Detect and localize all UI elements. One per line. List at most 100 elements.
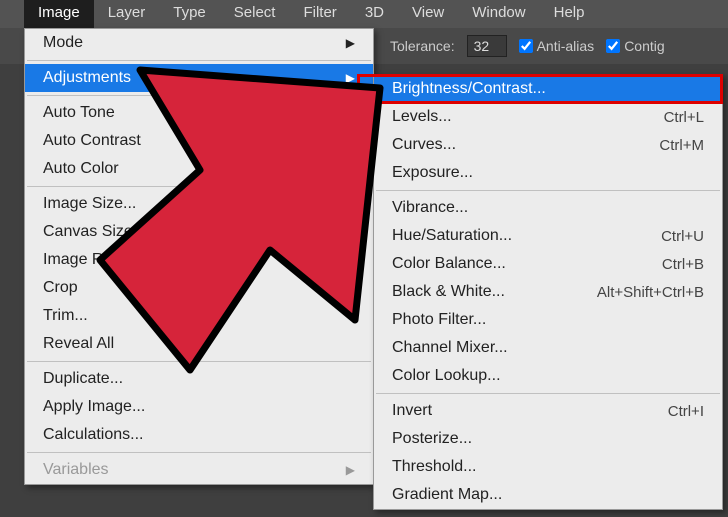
menu-item-label: Color Balance...: [392, 255, 506, 273]
adjustments-menu-separator: [376, 190, 720, 191]
adjustments-submenu-dropdown: Brightness/Contrast... Levels... Ctrl+L Cur…: [373, 74, 723, 510]
contig-check-input[interactable]: [606, 39, 620, 53]
adjustments-menu-item-exposure[interactable]: Exposure...: [374, 159, 722, 187]
menu-item-label: Image Rotation: [43, 251, 152, 269]
menubar-item-select[interactable]: Select: [220, 0, 290, 28]
chevron-right-icon: ▶: [346, 253, 355, 267]
image-menu-item-auto-contrast[interactable]: Auto Contrast Alt+Shift+Ctrl+L: [25, 127, 373, 155]
menu-item-label: Invert: [392, 402, 432, 420]
adjustments-menu-item-levels[interactable]: Levels... Ctrl+L: [374, 103, 722, 131]
contig-checkbox[interactable]: Contig: [606, 38, 664, 54]
menu-item-shortcut: Alt+Shift+Ctrl+B: [597, 284, 704, 301]
tolerance-label: Tolerance:: [390, 38, 455, 54]
menubar-item-layer[interactable]: Layer: [94, 0, 160, 28]
adjustments-menu-item-brightness-contrast[interactable]: Brightness/Contrast...: [374, 75, 722, 103]
antialias-checkbox[interactable]: Anti-alias: [519, 38, 595, 54]
menu-item-shortcut: Ctrl+I: [668, 403, 704, 420]
menu-item-label: Duplicate...: [43, 370, 123, 388]
adjustments-menu-item-black-white[interactable]: Black & White... Alt+Shift+Ctrl+B: [374, 278, 722, 306]
menubar-item-type[interactable]: Type: [159, 0, 220, 28]
image-menu-item-reveal-all[interactable]: Reveal All: [25, 330, 373, 358]
menu-item-shortcut: Ctrl+L: [664, 109, 704, 126]
menu-item-label: Photo Filter...: [392, 311, 486, 329]
adjustments-menu-item-color-lookup[interactable]: Color Lookup...: [374, 362, 722, 390]
menu-item-shortcut: Shift+Ctrl+L: [276, 105, 355, 122]
menu-item-label: Channel Mixer...: [392, 339, 508, 357]
menubar: ImageLayerTypeSelectFilter3DViewWindowHe…: [0, 0, 728, 28]
image-menu-item-duplicate[interactable]: Duplicate...: [25, 365, 373, 393]
menu-item-shortcut: Ctrl+M: [659, 137, 704, 154]
chevron-right-icon: ▶: [346, 463, 355, 477]
antialias-check-label: Anti-alias: [537, 38, 595, 54]
menu-item-label: Threshold...: [392, 458, 476, 476]
menu-item-label: Auto Tone: [43, 104, 115, 122]
image-menu-item-calculations[interactable]: Calculations...: [25, 421, 373, 449]
menu-item-label: Reveal All: [43, 335, 114, 353]
menu-item-label: Image Size...: [43, 195, 136, 213]
menu-item-label: Black & White...: [392, 283, 505, 301]
menu-item-label: Adjustments: [43, 69, 131, 87]
menu-item-label: Posterize...: [392, 430, 472, 448]
image-menu-item-mode[interactable]: Mode ▶: [25, 29, 373, 57]
menu-item-shortcut: Shift+Ctrl+B: [274, 161, 355, 178]
adjustments-menu-item-posterize[interactable]: Posterize...: [374, 425, 722, 453]
adjustments-menu-item-invert[interactable]: Invert Ctrl+I: [374, 397, 722, 425]
adjustments-menu-separator: [376, 393, 720, 394]
antialias-check-input[interactable]: [519, 39, 533, 53]
menubar-item-view[interactable]: View: [398, 0, 458, 28]
menu-item-label: Apply Image...: [43, 398, 145, 416]
image-menu-separator: [27, 60, 371, 61]
menubar-item-help[interactable]: Help: [540, 0, 599, 28]
image-menu-item-adjustments[interactable]: Adjustments ▶: [25, 64, 373, 92]
image-menu-separator: [27, 361, 371, 362]
menu-item-shortcut: Alt+Ctrl+I: [292, 196, 355, 213]
tolerance-input[interactable]: [467, 35, 507, 57]
menu-item-label: Vibrance...: [392, 199, 468, 217]
adjustments-menu-item-gradient-map[interactable]: Gradient Map...: [374, 481, 722, 509]
adjustments-menu-item-hue-saturation[interactable]: Hue/Saturation... Ctrl+U: [374, 222, 722, 250]
menu-item-shortcut: Alt+Ctrl+C: [286, 224, 355, 241]
adjustments-menu-item-photo-filter[interactable]: Photo Filter...: [374, 306, 722, 334]
image-menu-item-auto-tone[interactable]: Auto Tone Shift+Ctrl+L: [25, 99, 373, 127]
image-menu-item-image-size[interactable]: Image Size... Alt+Ctrl+I: [25, 190, 373, 218]
menubar-item-3d[interactable]: 3D: [351, 0, 398, 28]
menu-item-label: Exposure...: [392, 164, 473, 182]
menu-item-label: Canvas Size...: [43, 223, 146, 241]
menu-item-shortcut: Ctrl+B: [662, 256, 704, 273]
menu-item-shortcut: Ctrl+U: [661, 228, 704, 245]
chevron-right-icon: ▶: [346, 71, 355, 85]
menu-item-label: Gradient Map...: [392, 486, 502, 504]
contig-check-label: Contig: [624, 38, 664, 54]
image-menu-item-crop[interactable]: Crop: [25, 274, 373, 302]
menu-item-label: Hue/Saturation...: [392, 227, 512, 245]
menu-item-label: Levels...: [392, 108, 452, 126]
image-menu-item-apply-image[interactable]: Apply Image...: [25, 393, 373, 421]
image-menu-item-auto-color[interactable]: Auto Color Shift+Ctrl+B: [25, 155, 373, 183]
adjustments-menu-item-threshold[interactable]: Threshold...: [374, 453, 722, 481]
menubar-item-filter[interactable]: Filter: [289, 0, 350, 28]
menu-item-label: Mode: [43, 34, 83, 52]
menu-item-label: Auto Color: [43, 160, 119, 178]
menu-item-label: Auto Contrast: [43, 132, 141, 150]
menu-item-label: Trim...: [43, 307, 88, 325]
image-menu-item-canvas-size[interactable]: Canvas Size... Alt+Ctrl+C: [25, 218, 373, 246]
menu-item-label: Color Lookup...: [392, 367, 501, 385]
menu-item-label: Brightness/Contrast...: [392, 80, 546, 98]
menubar-item-image[interactable]: Image: [24, 0, 94, 28]
menu-item-label: Calculations...: [43, 426, 144, 444]
image-menu-dropdown: Mode▶Adjustments▶Auto ToneShift+Ctrl+LAu…: [24, 28, 374, 485]
menu-item-label: Variables: [43, 461, 109, 479]
menubar-item-window[interactable]: Window: [458, 0, 539, 28]
image-menu-item-trim[interactable]: Trim...: [25, 302, 373, 330]
chevron-right-icon: ▶: [346, 36, 355, 50]
adjustments-menu-item-color-balance[interactable]: Color Balance... Ctrl+B: [374, 250, 722, 278]
menu-item-label: Crop: [43, 279, 78, 297]
image-menu-separator: [27, 186, 371, 187]
image-menu-item-variables: Variables ▶: [25, 456, 373, 484]
adjustments-menu-item-vibrance[interactable]: Vibrance...: [374, 194, 722, 222]
menu-item-shortcut: Alt+Shift+Ctrl+L: [250, 133, 355, 150]
image-menu-item-image-rotation[interactable]: Image Rotation ▶: [25, 246, 373, 274]
image-menu-separator: [27, 95, 371, 96]
adjustments-menu-item-curves[interactable]: Curves...Ctrl+M: [374, 131, 722, 159]
adjustments-menu-item-channel-mixer[interactable]: Channel Mixer...: [374, 334, 722, 362]
